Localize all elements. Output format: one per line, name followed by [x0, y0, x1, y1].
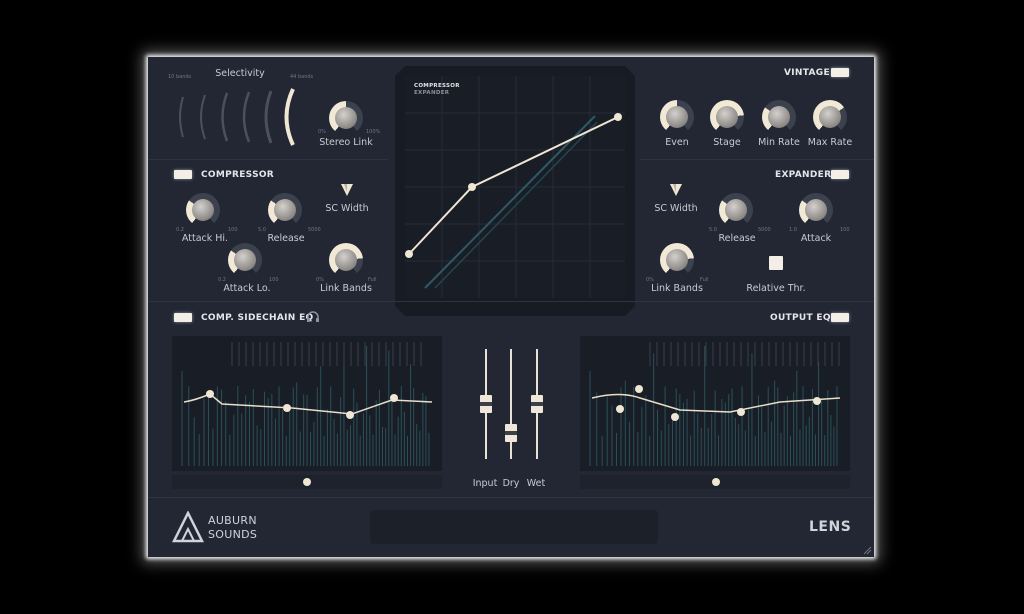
attack-lo-knob[interactable] — [228, 243, 262, 277]
graph-compressor-label: COMPRESSOR — [414, 83, 460, 89]
expander-release-max: 5000 — [758, 227, 771, 233]
stereo-link-knob[interactable] — [329, 101, 363, 135]
resize-handle-icon[interactable] — [862, 545, 872, 555]
expander-sc-width-triangle-icon[interactable] — [669, 183, 683, 197]
sidechain-eq-toggle[interactable] — [174, 313, 192, 322]
output-eq-node — [737, 408, 745, 416]
divider-middle — [148, 301, 874, 302]
output-eq-node — [616, 405, 624, 413]
sidechain-eq-node — [283, 404, 291, 412]
stage-knob[interactable] — [710, 100, 744, 134]
relative-thr-label: Relative Thr. — [746, 283, 806, 294]
sidechain-eq-slider-handle[interactable] — [303, 478, 311, 486]
transfer-curve-graph — [405, 76, 625, 298]
relative-thr-toggle[interactable] — [769, 256, 783, 270]
vintage-toggle[interactable] — [831, 68, 849, 77]
compressor-toggle[interactable] — [174, 170, 192, 179]
compressor-sc-width-label: SC Width — [325, 203, 369, 214]
stereo-link-max: 100% — [366, 129, 381, 135]
dry-fader-handle[interactable] — [505, 424, 517, 442]
input-fader-handle[interactable] — [480, 395, 492, 413]
brand-line2: SOUNDS — [208, 528, 258, 541]
stereo-link-min: 0% — [318, 129, 326, 135]
expander-release-knob[interactable] — [719, 193, 753, 227]
selectivity-title: Selectivity — [215, 68, 265, 79]
min-rate-label: Min Rate — [758, 137, 800, 148]
output-eq-node — [635, 385, 643, 393]
compressor-label: COMPRESSOR — [201, 170, 275, 180]
output-eq-label: OUTPUT EQ — [770, 313, 831, 323]
even-label: Even — [665, 137, 689, 148]
graph-expander-label: EXPANDER — [414, 90, 450, 96]
expander-release-min: 5.0 — [709, 227, 717, 233]
compressor-release-label: Release — [267, 233, 305, 244]
attack-hi-label: Attack Hi. — [181, 233, 229, 244]
product-name: LENS — [809, 519, 852, 535]
sidechain-eq-node — [390, 394, 398, 402]
sidechain-eq-graph — [181, 342, 433, 466]
selectivity-right-label: 44 bands — [290, 74, 314, 80]
expander-attack-knob[interactable] — [799, 193, 833, 227]
output-eq-graph — [589, 342, 841, 466]
divider-bottom — [148, 497, 874, 498]
divider-left — [148, 159, 388, 160]
divider-right — [640, 159, 874, 160]
stage-label: Stage — [713, 137, 741, 148]
expander-attack-max: 100 — [840, 227, 850, 233]
attack-hi-max: 100 — [228, 227, 238, 233]
vintage-label: VINTAGE — [784, 68, 830, 78]
status-display — [370, 510, 658, 544]
sidechain-eq-node — [206, 390, 214, 398]
expander-sc-width-label: SC Width — [654, 203, 698, 214]
expander-link-bands-label: Link Bands — [651, 283, 703, 294]
stereo-link-label: Stereo Link — [319, 137, 373, 148]
selectivity-selector[interactable] — [173, 87, 313, 147]
compressor-sc-width-triangle-icon[interactable] — [340, 183, 354, 197]
sidechain-eq-node — [346, 411, 354, 419]
headphones-icon[interactable] — [306, 311, 320, 323]
plugin-window: Selectivity 10 bands 44 bands 0% 100% St… — [148, 57, 874, 557]
input-fader-label: Input — [472, 478, 498, 489]
output-eq-node — [813, 397, 821, 405]
brand-line1: AUBURN — [208, 514, 257, 527]
expander-link-bands-knob[interactable] — [660, 243, 694, 277]
max-rate-label: Max Rate — [807, 137, 853, 148]
wet-fader-handle[interactable] — [531, 395, 543, 413]
selectivity-left-label: 10 bands — [168, 74, 192, 80]
attack-hi-knob[interactable] — [186, 193, 220, 227]
expander-release-label: Release — [718, 233, 756, 244]
even-knob[interactable] — [660, 100, 694, 134]
expander-toggle[interactable] — [831, 170, 849, 179]
max-rate-knob[interactable] — [813, 100, 847, 134]
min-rate-knob[interactable] — [762, 100, 796, 134]
auburn-sounds-logo-icon — [172, 511, 205, 543]
compressor-release-knob[interactable] — [268, 193, 302, 227]
expander-attack-label: Attack — [800, 233, 832, 244]
attack-lo-label: Attack Lo. — [223, 283, 271, 294]
expander-label: EXPANDER — [775, 170, 832, 180]
output-eq-node — [671, 413, 679, 421]
expander-attack-min: 1.0 — [789, 227, 797, 233]
output-eq-slider-handle[interactable] — [712, 478, 720, 486]
compressor-link-bands-knob[interactable] — [329, 243, 363, 277]
wet-fader-label: Wet — [526, 478, 546, 489]
dry-fader-track[interactable] — [510, 349, 512, 459]
output-eq-toggle[interactable] — [831, 313, 849, 322]
compressor-link-bands-label: Link Bands — [320, 283, 372, 294]
compressor-release-min: 5.0 — [258, 227, 266, 233]
sidechain-eq-label: COMP. SIDECHAIN EQ — [201, 313, 314, 323]
dry-fader-label: Dry — [502, 478, 520, 489]
compressor-release-max: 5000 — [308, 227, 321, 233]
